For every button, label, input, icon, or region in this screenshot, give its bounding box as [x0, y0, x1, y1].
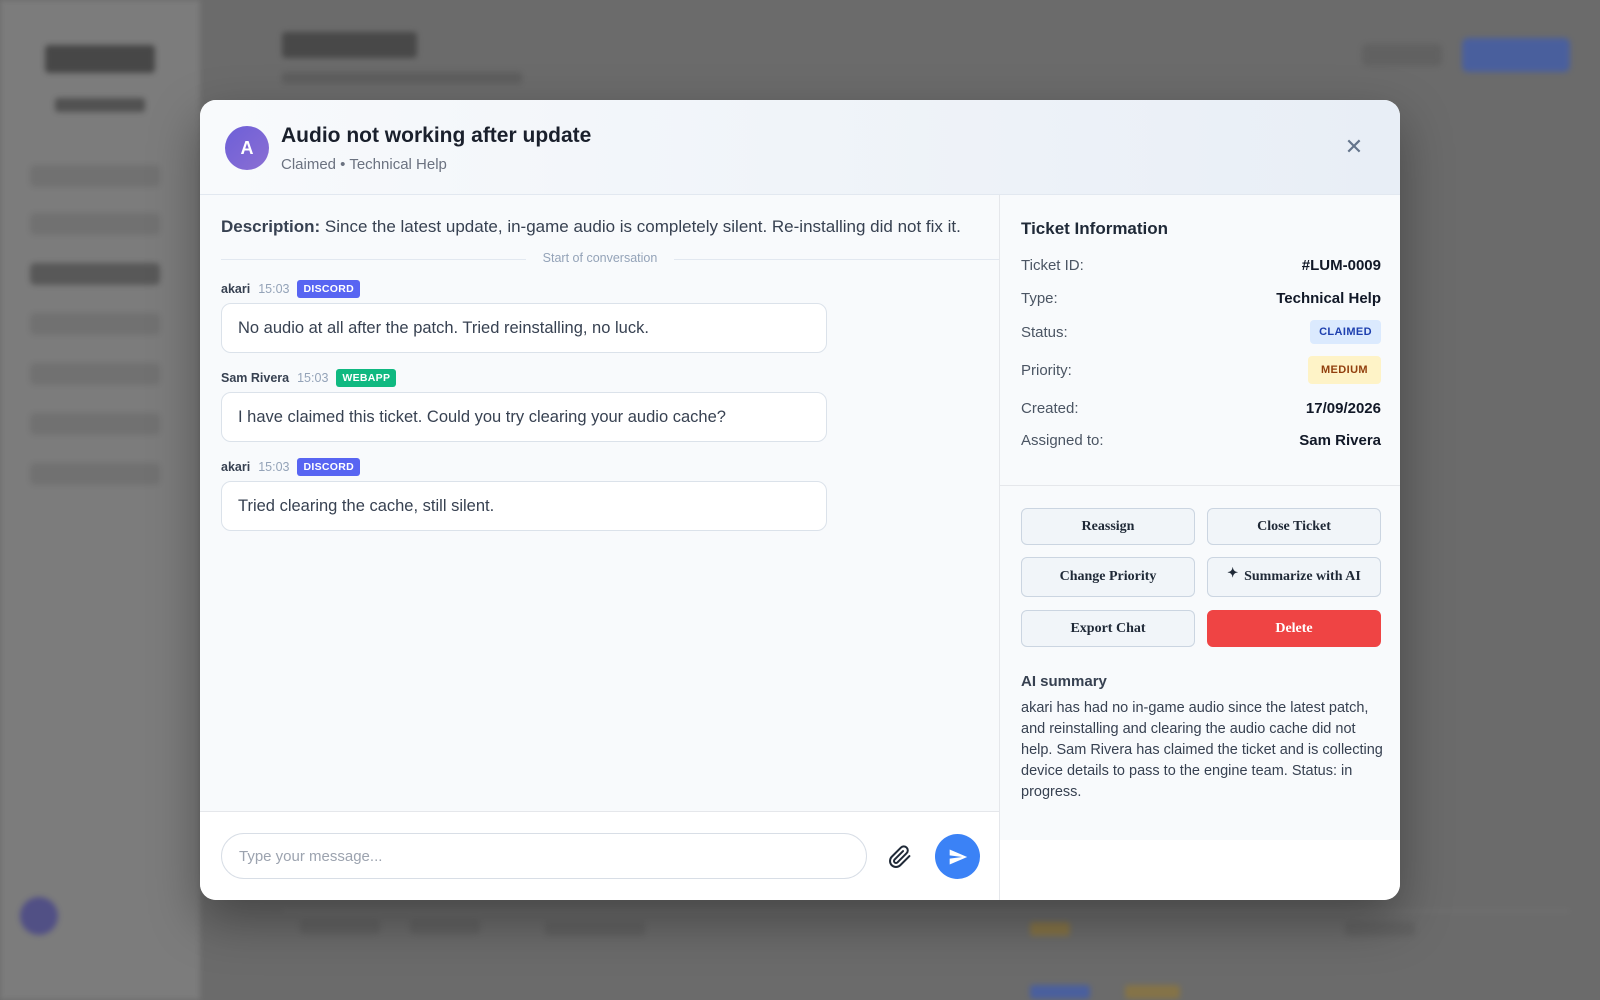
reassign-button[interactable]: Reassign	[1021, 508, 1195, 545]
ticket-title: Audio not working after update	[281, 124, 592, 147]
info-row-ticket-id: Ticket ID: #LUM-0009	[1021, 252, 1381, 278]
close-icon: ✕	[1344, 134, 1364, 159]
delete-button[interactable]: Delete	[1207, 610, 1381, 647]
info-row-status: Status: CLAIMED	[1021, 319, 1381, 345]
attach-button[interactable]	[886, 843, 914, 871]
background-nav-item	[30, 363, 160, 385]
info-panel-footer	[999, 840, 1400, 900]
background-table-cell	[1030, 922, 1070, 936]
description-label: Description:	[221, 217, 321, 236]
info-label: Priority:	[1021, 361, 1072, 379]
background-logo	[45, 45, 155, 73]
info-row-type: Type: Technical Help	[1021, 285, 1381, 311]
conversation-start-label: Start of conversation	[526, 251, 674, 265]
description-text: Since the latest update, in-game audio i…	[324, 217, 961, 236]
message-bubble: Tried clearing the cache, still silent.	[221, 481, 827, 531]
background-nav-item	[30, 213, 160, 235]
background-nav-item	[30, 413, 160, 435]
send-icon	[949, 849, 967, 864]
ai-summary-title: AI summary	[1021, 673, 1107, 690]
background-logo-subtitle	[55, 98, 145, 112]
info-label: Type:	[1021, 289, 1058, 307]
source-badge: DISCORD	[297, 280, 361, 298]
modal-header: A Audio not working after update Claimed…	[200, 100, 1400, 195]
message-author: akari	[221, 282, 251, 296]
message-meta: Sam Rivera 15:03 WEBAPP	[221, 369, 397, 387]
info-title: Ticket Information	[1021, 219, 1169, 238]
info-label: Created:	[1021, 399, 1079, 417]
ticket-info-panel: Ticket Information Ticket ID: #LUM-0009 …	[999, 195, 1400, 900]
priority-badge: MEDIUM	[1307, 356, 1381, 384]
info-divider	[1000, 485, 1400, 486]
message-time: 15:03	[297, 371, 329, 385]
info-row-priority: Priority: MEDIUM	[1021, 356, 1381, 384]
ticket-id-value: #LUM-0009	[1301, 256, 1381, 274]
message-author: Sam Rivera	[221, 371, 290, 385]
background-nav-item	[30, 165, 160, 187]
close-ticket-button[interactable]: Close Ticket	[1207, 508, 1381, 545]
ai-summary-text: akari has had no in-game audio since the…	[1021, 700, 1383, 800]
background-table-cell	[300, 920, 380, 934]
assigned-value: Sam Rivera	[1299, 431, 1381, 449]
background-table-cell	[1345, 922, 1415, 936]
ticket-subtitle: Claimed • Technical Help	[281, 156, 447, 173]
send-button[interactable]	[935, 834, 980, 879]
background-table-cell	[545, 922, 645, 936]
background-button	[1362, 44, 1442, 66]
background-table-row	[282, 910, 1570, 912]
background-table-cell	[1125, 985, 1180, 999]
background-user-avatar	[20, 897, 58, 935]
info-row-assigned: Assigned to: Sam Rivera	[1021, 427, 1381, 453]
export-chat-button[interactable]: Export Chat	[1021, 610, 1195, 647]
source-badge: DISCORD	[297, 458, 361, 476]
message-bubble: I have claimed this ticket. Could you tr…	[221, 392, 827, 442]
message-bubble: No audio at all after the patch. Tried r…	[221, 303, 827, 353]
message-meta: akari 15:03 DISCORD	[221, 458, 361, 476]
background-primary-button	[1462, 38, 1570, 72]
message-author: akari	[221, 460, 251, 474]
message-time: 15:03	[258, 460, 290, 474]
info-row-created: Created: 17/09/2026	[1021, 395, 1381, 421]
avatar: A	[225, 126, 269, 170]
background-page-title	[282, 32, 417, 58]
status-badge: CLAIMED	[1310, 320, 1381, 344]
message-input[interactable]	[221, 833, 867, 879]
summarize-ai-button[interactable]: ✦ Summarize with AI	[1207, 557, 1381, 597]
background-nav-item	[30, 463, 160, 485]
sparkle-icon: ✦	[1227, 565, 1239, 580]
ticket-modal: A Audio not working after update Claimed…	[200, 100, 1400, 900]
summarize-ai-label: Summarize with AI	[1244, 569, 1361, 584]
background-nav-item	[30, 263, 160, 285]
message-time: 15:03	[258, 282, 290, 296]
source-badge: WEBAPP	[336, 369, 397, 387]
close-button[interactable]: ✕	[1342, 134, 1366, 159]
background-sidebar	[0, 0, 200, 1000]
paperclip-icon	[889, 845, 911, 868]
background-page-subtitle	[282, 72, 522, 84]
type-value: Technical Help	[1276, 289, 1381, 307]
background-nav-item	[30, 313, 160, 335]
message-meta: akari 15:03 DISCORD	[221, 280, 361, 298]
info-label: Assigned to:	[1021, 431, 1104, 449]
background-table-cell	[1030, 985, 1090, 999]
info-label: Status:	[1021, 323, 1068, 341]
info-panel-body: Ticket Information Ticket ID: #LUM-0009 …	[999, 195, 1400, 840]
change-priority-button[interactable]: Change Priority	[1021, 557, 1195, 597]
info-label: Ticket ID:	[1021, 256, 1084, 274]
created-value: 17/09/2026	[1305, 399, 1381, 417]
background-table-cell	[410, 920, 480, 934]
